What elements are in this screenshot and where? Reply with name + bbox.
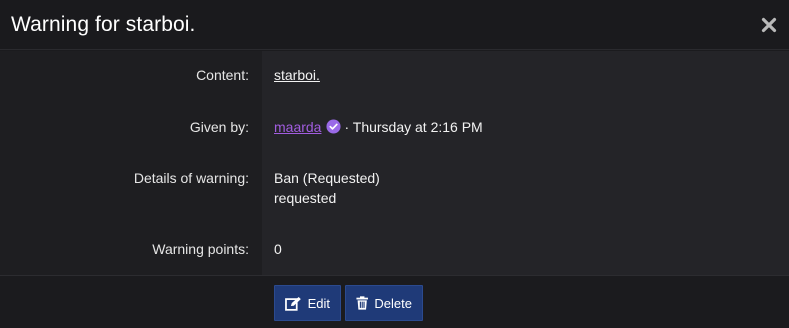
details-line-1: Ban (Requested)	[274, 170, 380, 186]
dialog-header: Warning for starboi.	[0, 0, 789, 50]
content-value: starboi.	[274, 65, 320, 85]
details-line-2: requested	[274, 190, 337, 206]
warning-points-label: Warning points:	[152, 241, 249, 257]
edit-button[interactable]: Edit	[274, 285, 341, 321]
labels-column: Content: Given by: Details of warning: W…	[0, 51, 262, 275]
verified-badge-icon	[326, 119, 341, 134]
given-by-value: maarda · Thursday at 2:16 PM	[274, 117, 483, 137]
dialog-footer: Edit Delete	[0, 275, 789, 328]
dialog-body: Content: Given by: Details of warning: W…	[0, 51, 789, 275]
details-value: Ban (Requested) requested	[274, 168, 380, 208]
content-link[interactable]: starboi.	[274, 67, 320, 83]
warning-points-value: 0	[274, 241, 282, 257]
warning-dialog: Warning for starboi. Content: Given by: …	[0, 0, 789, 328]
given-by-label: Given by:	[189, 119, 249, 135]
trash-icon	[356, 296, 368, 310]
user-link[interactable]: maarda	[274, 119, 321, 135]
edit-icon	[285, 296, 301, 311]
delete-button[interactable]: Delete	[345, 285, 423, 321]
close-icon	[761, 17, 777, 32]
edit-label: Edit	[307, 295, 330, 311]
content-label: Content:	[196, 67, 249, 83]
delete-label: Delete	[374, 295, 412, 311]
dialog-title: Warning for starboi.	[11, 12, 196, 36]
values-column: starboi. maarda · Thursday at 2:16 PM Ba…	[262, 51, 789, 275]
details-label: Details of warning:	[133, 170, 249, 186]
given-time: · Thursday at 2:16 PM	[344, 119, 483, 135]
close-button[interactable]	[759, 15, 779, 35]
